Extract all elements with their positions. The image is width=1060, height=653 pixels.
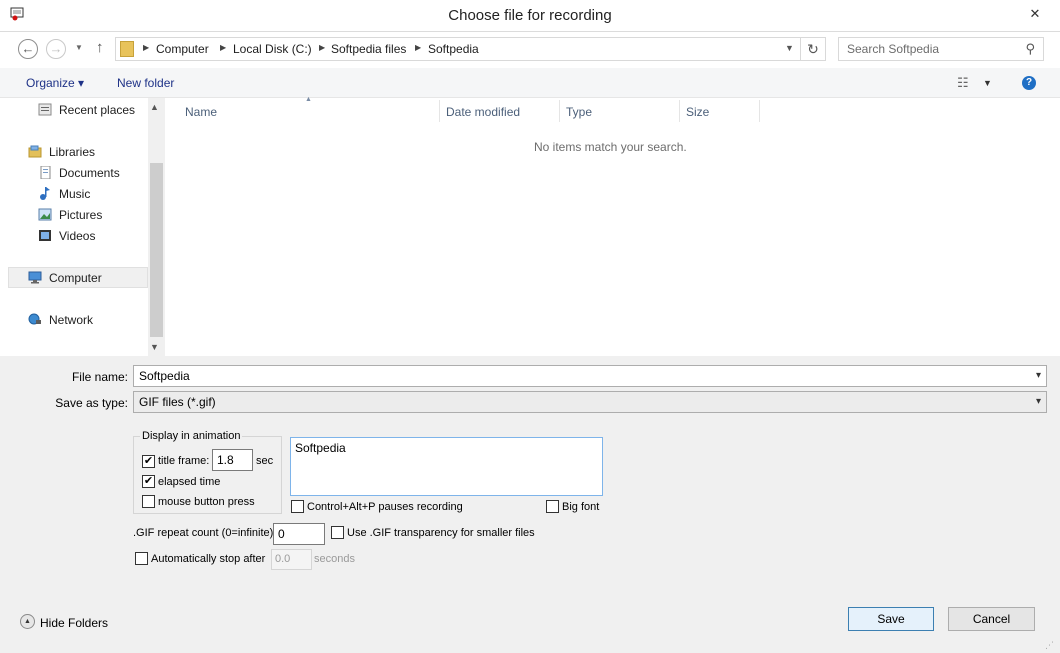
chevron-down-icon[interactable]: ▾ xyxy=(1036,396,1041,407)
breadcrumb-separator-icon[interactable]: ▶ xyxy=(143,43,149,52)
save-as-type-select[interactable]: GIF files (*.gif) ▾ xyxy=(133,391,1047,413)
network-icon xyxy=(28,313,41,325)
sidebar-item-computer[interactable]: Computer xyxy=(49,271,102,285)
sidebar-item-libraries[interactable]: Libraries xyxy=(49,145,95,159)
up-one-level-button[interactable]: ↑ xyxy=(96,39,104,56)
chevron-down-icon[interactable]: ▾ xyxy=(1036,370,1041,381)
chevron-up-icon[interactable]: ▲ xyxy=(20,614,35,629)
cancel-button[interactable]: Cancel xyxy=(948,607,1035,631)
pause-shortcut-label: Control+Alt+P pauses recording xyxy=(307,501,463,513)
column-divider[interactable] xyxy=(679,100,680,122)
mouse-button-press-checkbox[interactable] xyxy=(142,495,155,508)
empty-folder-message: No items match your search. xyxy=(534,140,687,154)
search-input[interactable]: Search Softpedia ⚲ xyxy=(838,37,1044,61)
gif-repeat-count-label: .GIF repeat count (0=infinite): xyxy=(133,527,277,539)
title-frame-seconds-input[interactable]: 1.8 xyxy=(212,449,253,471)
refresh-button[interactable]: ↻ xyxy=(801,37,826,61)
documents-icon xyxy=(40,166,51,179)
gif-repeat-count-input[interactable]: 0 xyxy=(273,523,325,545)
view-options-dropdown-icon[interactable]: ▼ xyxy=(983,78,992,88)
title-frame-label: title frame: xyxy=(158,455,210,467)
scroll-up-arrow-icon[interactable]: ▲ xyxy=(150,102,159,112)
hide-folders-button[interactable]: Hide Folders xyxy=(40,616,108,630)
gif-transparency-checkbox[interactable] xyxy=(331,526,344,539)
sidebar-item-music[interactable]: Music xyxy=(59,187,90,201)
column-header-type[interactable]: Type xyxy=(566,105,592,119)
sidebar-item-pictures[interactable]: Pictures xyxy=(59,208,102,222)
address-bar[interactable]: ▶ Computer ▶ Local Disk (C:) ▶ Softpedia… xyxy=(115,37,801,61)
elapsed-time-label: elapsed time xyxy=(158,476,221,488)
sidebar-scrollbar-thumb[interactable] xyxy=(150,163,163,337)
pause-shortcut-checkbox[interactable] xyxy=(291,500,304,513)
pictures-icon xyxy=(38,208,52,221)
column-header-size[interactable]: Size xyxy=(686,105,709,119)
sidebar-item-documents[interactable]: Documents xyxy=(59,166,120,180)
auto-stop-label: Automatically stop after xyxy=(151,553,266,565)
resize-grip-icon[interactable]: ⋰ xyxy=(1045,640,1054,651)
change-view-icon[interactable]: ☷ xyxy=(957,75,969,91)
back-button[interactable]: ← xyxy=(18,39,38,59)
music-icon xyxy=(40,187,50,200)
forward-button[interactable]: → xyxy=(46,39,66,59)
recent-locations-dropdown[interactable]: ▼ xyxy=(75,43,83,52)
save-as-type-label: Save as type: xyxy=(55,396,128,410)
file-name-label: File name: xyxy=(71,370,128,384)
search-placeholder: Search Softpedia xyxy=(847,42,940,56)
address-history-dropdown-icon[interactable]: ▼ xyxy=(785,43,794,53)
sort-ascending-icon: ▲ xyxy=(305,96,312,103)
big-font-checkbox[interactable] xyxy=(546,500,559,513)
file-name-field[interactable]: Softpedia ▾ xyxy=(133,365,1047,387)
title-text-area[interactable]: Softpedia xyxy=(290,437,603,496)
libraries-icon xyxy=(28,145,42,158)
sidebar-item-recent-places[interactable]: Recent places xyxy=(59,103,135,117)
help-icon[interactable]: ? xyxy=(1022,76,1036,90)
breadcrumb-local-disk[interactable]: Local Disk (C:) xyxy=(233,42,312,56)
breadcrumb-softpedia-files[interactable]: Softpedia files xyxy=(331,42,406,56)
big-font-label: Big font xyxy=(562,501,600,513)
file-list-pane[interactable] xyxy=(165,98,1060,356)
sidebar-item-videos[interactable]: Videos xyxy=(59,229,95,243)
save-button[interactable]: Save xyxy=(848,607,934,631)
computer-icon xyxy=(28,271,42,284)
breadcrumb-computer[interactable]: Computer xyxy=(156,42,209,56)
display-in-animation-title: Display in animation xyxy=(140,430,243,442)
elapsed-time-checkbox[interactable]: ✔ xyxy=(142,475,155,488)
new-folder-button[interactable]: New folder xyxy=(117,76,174,90)
column-divider[interactable] xyxy=(759,100,760,122)
column-header-name[interactable]: Name xyxy=(185,105,217,119)
auto-stop-seconds-input[interactable]: 0.0 xyxy=(271,549,312,570)
title-frame-checkbox[interactable]: ✔ xyxy=(142,455,155,468)
seconds-label: seconds xyxy=(314,553,355,565)
videos-icon xyxy=(39,230,51,241)
breadcrumb-separator-icon[interactable]: ▶ xyxy=(319,43,325,52)
file-name-value: Softpedia xyxy=(139,369,190,383)
scroll-down-arrow-icon[interactable]: ▼ xyxy=(150,342,159,352)
organize-menu-button[interactable]: Organize ▾ xyxy=(26,76,84,90)
mouse-button-press-label: mouse button press xyxy=(158,496,255,508)
column-divider[interactable] xyxy=(439,100,440,122)
sec-label: sec xyxy=(256,455,274,467)
breadcrumb-separator-icon[interactable]: ▶ xyxy=(220,43,226,52)
auto-stop-checkbox[interactable] xyxy=(135,552,148,565)
recent-places-icon xyxy=(38,103,52,116)
gif-transparency-label: Use .GIF transparency for smaller files xyxy=(347,527,535,539)
column-divider[interactable] xyxy=(559,100,560,122)
column-header-date-modified[interactable]: Date modified xyxy=(446,105,520,119)
search-icon: ⚲ xyxy=(1025,41,1035,56)
breadcrumb-separator-icon[interactable]: ▶ xyxy=(415,43,421,52)
breadcrumb-softpedia[interactable]: Softpedia xyxy=(428,42,479,56)
folder-icon xyxy=(120,41,134,57)
sidebar-item-network: Network xyxy=(49,313,94,327)
window-title: Choose file for recording xyxy=(448,7,612,24)
close-button[interactable]: ✕ xyxy=(1018,2,1052,26)
save-as-type-value: GIF files (*.gif) xyxy=(139,395,216,409)
